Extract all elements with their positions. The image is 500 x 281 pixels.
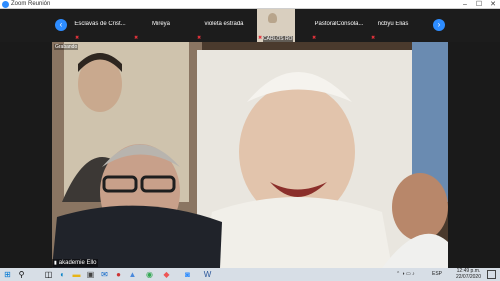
app-icon[interactable]: ◆ xyxy=(162,270,171,279)
mail-icon[interactable]: ✉ xyxy=(100,270,109,279)
edge-icon[interactable]: ◐ xyxy=(58,270,67,279)
participant-name: Mireya xyxy=(151,21,170,27)
participant-strip: ‹ Esclavas de Crist... ✖ Mireya ✖ violet… xyxy=(0,9,500,42)
participant-name: violeta estrada xyxy=(204,21,244,27)
title-bar: Zoom Reunión – ☐ ✕ xyxy=(0,0,500,9)
participant-video-tile[interactable]: CARLOS ROL... ✖ xyxy=(257,9,295,42)
active-speaker-video: Grabando ▮ akademie Ello xyxy=(52,42,448,268)
search-icon[interactable]: ⚲ xyxy=(17,270,26,279)
participant-name: PastoralConsola... xyxy=(314,21,364,27)
participant-tile[interactable]: ncbyu Elias ✖ xyxy=(368,9,418,42)
mic-icon: ▮ xyxy=(54,260,57,266)
windows-start-icon[interactable]: ⊞ xyxy=(3,270,12,279)
recording-label: Grabando xyxy=(54,44,79,50)
muted-mic-icon: ✖ xyxy=(371,35,376,41)
close-icon[interactable]: ✕ xyxy=(486,0,500,9)
zoom-window: Zoom Reunión – ☐ ✕ ‹ Esclavas de Crist..… xyxy=(0,0,500,281)
language-indicator[interactable]: ESP xyxy=(432,268,442,281)
window-title: Zoom Reunión xyxy=(11,1,51,7)
task-view-icon[interactable]: ◫ xyxy=(44,270,53,279)
muted-mic-icon: ✖ xyxy=(197,35,202,41)
chrome-icon[interactable]: ◉ xyxy=(145,270,154,279)
word-icon[interactable]: W xyxy=(203,270,212,279)
minimize-icon[interactable]: – xyxy=(458,0,472,9)
zoom-app-icon xyxy=(2,1,9,8)
participant-tile[interactable]: PastoralConsola... ✖ xyxy=(309,9,369,42)
maximize-icon[interactable]: ☐ xyxy=(472,0,486,9)
next-page-button[interactable]: › xyxy=(433,19,445,31)
store-icon[interactable]: ▣ xyxy=(86,270,95,279)
system-clock[interactable]: 12:49 p.m. 22/07/2020 xyxy=(455,268,481,280)
speaker-name: akademie Ello xyxy=(58,260,97,266)
muted-mic-icon: ✖ xyxy=(312,35,317,41)
notification-icon[interactable] xyxy=(487,270,496,279)
speaker-video-frame xyxy=(52,42,448,268)
media-icon[interactable]: ● xyxy=(114,270,123,279)
zoom-taskbar-icon[interactable]: ◙ xyxy=(183,270,192,279)
muted-mic-icon: ✖ xyxy=(258,35,263,41)
participant-name: ncbyu Elias xyxy=(377,21,409,27)
participant-tile[interactable]: Mireya ✖ xyxy=(131,9,191,42)
file-explorer-icon[interactable]: ▬ xyxy=(72,270,81,279)
speaker-name-tag: ▮ akademie Ello xyxy=(52,259,99,267)
muted-mic-icon: ✖ xyxy=(75,35,80,41)
participant-name: Esclavas de Crist... xyxy=(74,21,126,27)
tray-icons[interactable]: ⌃ ◑ ▭ ♪ xyxy=(396,268,415,281)
participant-tile[interactable]: violeta estrada ✖ xyxy=(194,9,254,42)
previous-page-button[interactable]: ‹ xyxy=(55,19,67,31)
muted-mic-icon: ✖ xyxy=(134,35,139,41)
windows-taskbar: ⊞ ⚲ ◫ ◐ ▬ ▣ ✉ ● ▲ ◉ ◆ ◙ W ⌃ ◑ ▭ ♪ ESP 12… xyxy=(0,268,500,281)
participant-video xyxy=(268,13,277,23)
clock-date: 22/07/2020 xyxy=(455,273,481,280)
photos-icon[interactable]: ▲ xyxy=(128,270,137,279)
participant-tile[interactable]: Esclavas de Crist... ✖ xyxy=(72,9,128,42)
